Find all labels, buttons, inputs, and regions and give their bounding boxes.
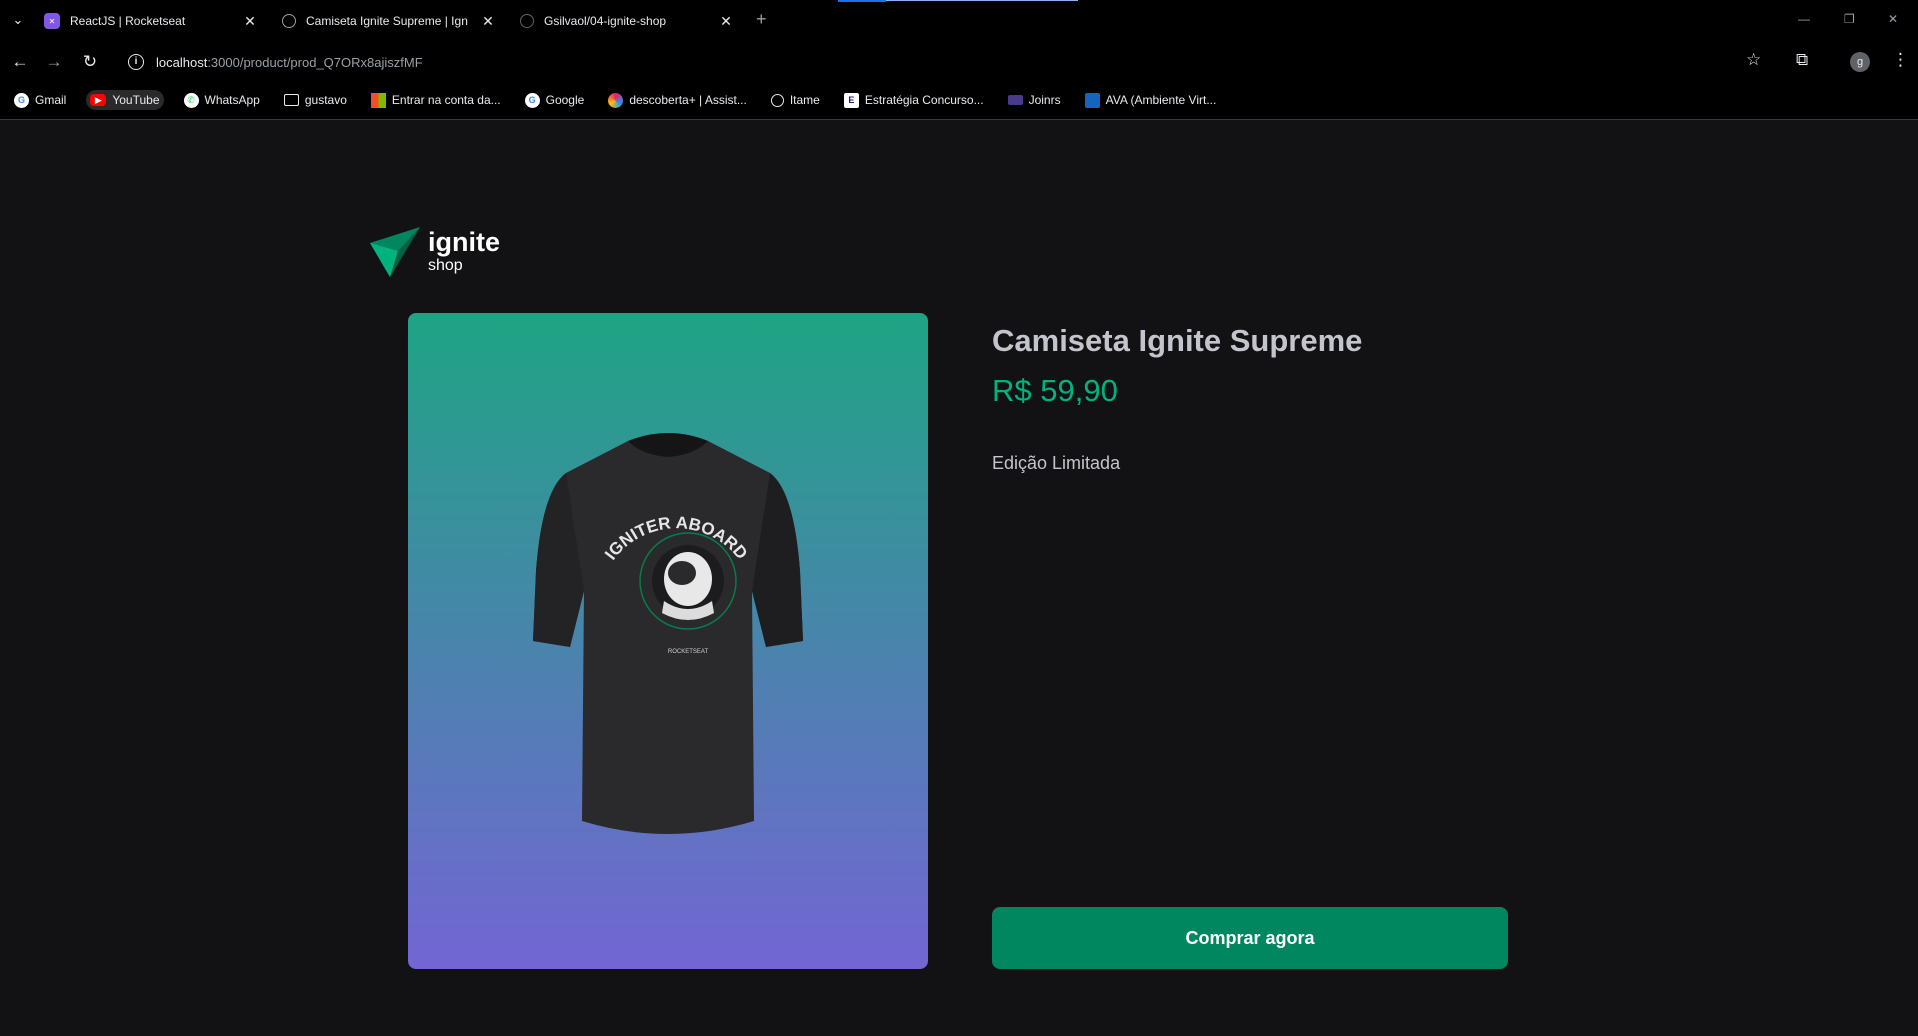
bookmark-descoberta[interactable]: descoberta+ | Assist...	[604, 90, 751, 111]
tab-github[interactable]: Gsilvaol/04-ignite-shop ✕	[520, 4, 742, 38]
tshirt-image: IGNITER ABOARD ROCKETSEAT	[533, 433, 803, 834]
page-content: ignite shop IGNITER ABOARD ROCKETSEAT Ca…	[0, 120, 1918, 1036]
github-icon	[520, 14, 534, 28]
globe-icon	[282, 14, 296, 28]
product-price: R$ 59,90	[992, 373, 1118, 408]
whatsapp-icon: ✆	[183, 92, 199, 108]
ava-icon	[1084, 92, 1100, 108]
microsoft-icon	[370, 92, 386, 108]
globe-icon	[770, 93, 784, 107]
youtube-icon: ▶	[90, 94, 107, 106]
avatar[interactable]: g	[1850, 52, 1870, 72]
logo-text: ignite shop	[428, 227, 500, 275]
browser-chrome: ⌄ ✕ ReactJS | Rocketseat ✕ Camiseta Igni…	[0, 0, 1918, 120]
toolbar: ← → ↻ i localhost:3000/product/prod_Q7OR…	[0, 40, 1918, 84]
new-tab-icon[interactable]: +	[756, 9, 767, 30]
bookmark-itame[interactable]: Itame	[767, 90, 824, 110]
close-tab-icon[interactable]: ✕	[718, 13, 734, 29]
bookmark-folder-gustavo[interactable]: gustavo	[280, 90, 351, 110]
menu-icon[interactable]: ⋮	[1892, 50, 1909, 70]
bookmark-estrategia[interactable]: E Estratégia Concurso...	[840, 90, 988, 111]
reload-icon[interactable]: ↻	[78, 50, 102, 74]
url-text[interactable]: localhost:3000/product/prod_Q7ORx8ajiszf…	[156, 55, 423, 70]
tab-title: Gsilvaol/04-ignite-shop	[544, 14, 667, 28]
close-window-icon[interactable]: ✕	[1888, 12, 1898, 26]
bookmark-ava[interactable]: AVA (Ambiente Virt...	[1081, 90, 1221, 111]
site-info-icon[interactable]: i	[128, 54, 144, 70]
google-icon: G	[524, 92, 540, 108]
google-icon: G	[14, 92, 29, 108]
bookmark-joinrs[interactable]: Joinrs	[1004, 90, 1065, 110]
tab-reactjs[interactable]: ✕ ReactJS | Rocketseat ✕	[44, 4, 266, 38]
minimize-icon[interactable]: —	[1798, 12, 1810, 26]
tab-title: ReactJS | Rocketseat	[70, 14, 186, 28]
product-image-container: IGNITER ABOARD ROCKETSEAT	[408, 313, 928, 969]
restore-icon[interactable]: ❐	[1844, 12, 1855, 26]
folder-icon	[283, 94, 299, 106]
product-description: Edição Limitada	[992, 453, 1121, 473]
forward-icon[interactable]: →	[42, 50, 66, 74]
back-icon[interactable]: ←	[8, 50, 32, 74]
tab-camiseta[interactable]: Camiseta Ignite Supreme | Ignit ✕	[282, 4, 504, 38]
tab-strip: ⌄ ✕ ReactJS | Rocketseat ✕ Camiseta Igni…	[0, 0, 1918, 40]
bookmark-google[interactable]: G Google	[521, 90, 589, 111]
estrategia-icon: E	[843, 92, 859, 108]
tab-loading-bar	[838, 0, 1078, 2]
bookmark-microsoft[interactable]: Entrar na conta da...	[367, 90, 505, 111]
close-tab-icon[interactable]: ✕	[242, 13, 258, 29]
buy-now-button[interactable]: Comprar agora	[992, 907, 1508, 969]
bookmark-whatsapp[interactable]: ✆ WhatsApp	[180, 90, 264, 111]
logo-word: ignite	[428, 227, 500, 257]
product-title: Camiseta Ignite Supreme	[992, 323, 1363, 358]
tab-search-icon[interactable]: ⌄	[8, 10, 28, 30]
shirt-brand-text: ROCKETSEAT	[668, 649, 709, 655]
descoberta-icon	[608, 92, 624, 108]
product-details: Camiseta Ignite Supreme R$ 59,90 Edição …	[992, 313, 1508, 969]
bookmark-star-icon[interactable]: ☆	[1746, 50, 1761, 70]
ignite-logo-icon	[370, 227, 420, 277]
tab-title: Camiseta Ignite Supreme | Ignit	[306, 14, 468, 28]
joinrs-icon	[1007, 95, 1023, 105]
bookmark-gmail[interactable]: G Gmail	[10, 90, 70, 111]
extensions-icon[interactable]: ⧉	[1796, 50, 1808, 70]
logo-sub: shop	[428, 257, 463, 274]
rocketseat-icon: ✕	[44, 13, 60, 29]
ignite-shop-logo[interactable]: ignite shop	[368, 225, 500, 279]
bookmarks-bar: G Gmail ▶ YouTube ✆ WhatsApp gustavo Entrar…	[0, 84, 1918, 116]
address-bar[interactable]: i localhost:3000/product/prod_Q7ORx8ajis…	[120, 44, 1740, 80]
bookmark-youtube[interactable]: ▶ YouTube	[86, 90, 164, 110]
close-tab-icon[interactable]: ✕	[480, 13, 496, 29]
